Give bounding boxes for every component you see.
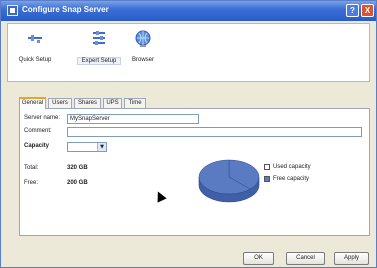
toolbar: Quick Setup Expert Setup Browser xyxy=(7,23,370,82)
cancel-button[interactable]: Cancel xyxy=(286,252,325,265)
free-capacity-legend: Free capacity xyxy=(273,176,310,182)
server-name-label: Server name: xyxy=(24,115,61,121)
quick-setup-icon xyxy=(26,30,44,48)
total-value: 320 GB xyxy=(67,165,88,171)
used-capacity-legend: Used capacity xyxy=(273,164,311,170)
chevron-down-icon[interactable]: ▼ xyxy=(97,143,106,151)
configure-window: Configure Snap Server ? X Quick Setup Ex… xyxy=(0,0,377,268)
server-name-field[interactable]: MySnapServer xyxy=(67,114,199,124)
capacity-label: Capacity xyxy=(24,143,50,149)
browser-button[interactable]: Browser xyxy=(126,30,160,63)
tab-shares[interactable]: Shares xyxy=(74,98,101,108)
comment-label: Comment: xyxy=(24,128,52,134)
general-tab-content: Server name: MySnapServer Comment: Capac… xyxy=(19,108,370,236)
tab-ups[interactable]: UPS xyxy=(103,98,122,108)
expert-setup-label: Expert Setup xyxy=(77,57,121,65)
globe-icon xyxy=(134,30,152,48)
tab-time[interactable]: Time xyxy=(124,98,146,108)
used-capacity-swatch xyxy=(264,164,270,170)
tab-users[interactable]: Users xyxy=(48,98,72,108)
quick-setup-label: Quick Setup xyxy=(18,57,52,63)
settings-panel: General Users Shares UPS Time Server nam… xyxy=(7,86,370,236)
window-title: Configure Snap Server xyxy=(22,5,109,14)
title-bar[interactable]: Configure Snap Server ? X xyxy=(1,1,376,21)
app-icon xyxy=(7,5,18,16)
apply-button[interactable]: Apply xyxy=(334,252,369,265)
free-label: Free: xyxy=(24,180,39,186)
tab-general[interactable]: General xyxy=(19,97,46,109)
expert-setup-button[interactable]: Expert Setup xyxy=(77,30,121,65)
help-button[interactable]: ? xyxy=(346,4,359,17)
comment-field[interactable] xyxy=(67,127,362,137)
browser-label: Browser xyxy=(131,57,154,63)
free-value: 200 GB xyxy=(67,180,88,186)
free-capacity-swatch xyxy=(264,176,270,182)
ok-button[interactable]: OK xyxy=(243,252,274,265)
quick-setup-button[interactable]: Quick Setup xyxy=(16,30,54,63)
capacity-select[interactable]: ▼ xyxy=(67,142,107,152)
total-label: Total: xyxy=(24,165,39,171)
capacity-pie-chart xyxy=(198,159,260,203)
expert-setup-icon xyxy=(90,30,108,48)
mouse-pointer-icon xyxy=(153,189,167,203)
close-button[interactable]: X xyxy=(361,4,374,17)
